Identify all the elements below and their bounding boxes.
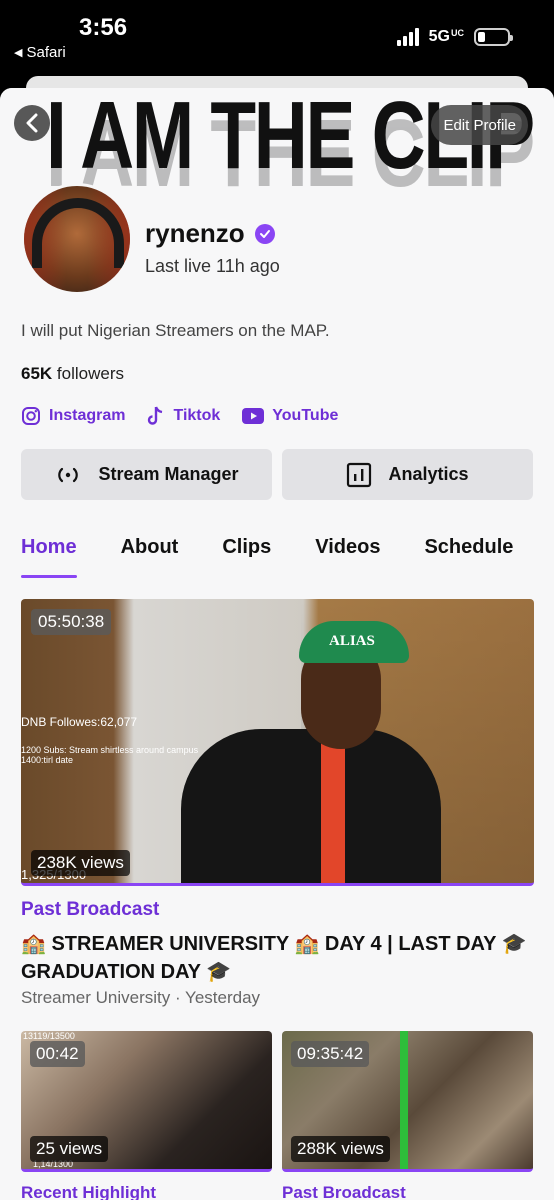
network-label: 5GUC <box>428 28 464 45</box>
cap-text: ALIAS <box>329 633 375 649</box>
tab-clips[interactable]: Clips <box>222 536 271 578</box>
broadcast-views-badge: 288K views <box>291 1136 390 1162</box>
status-time: 3:56 <box>79 14 128 41</box>
username-text: rynenzo <box>145 218 245 248</box>
back-to-safari-label: Safari <box>26 44 66 61</box>
profile-tabs: Home About Clips Videos Schedule <box>21 536 554 578</box>
overlay-followers: DNB Followes:62,077 <box>21 715 138 729</box>
followers-number: 65K <box>21 364 53 383</box>
broadcast-icon <box>58 467 79 482</box>
tab-videos[interactable]: Videos <box>315 536 380 578</box>
analytics-button[interactable]: Analytics <box>282 449 533 500</box>
featured-video-type: Past Broadcast <box>21 899 160 920</box>
username: rynenzo <box>145 218 275 249</box>
profile-sheet: I AM THE CLIP I AM THE CLIP Edit Profile… <box>0 88 554 1200</box>
followers-label: followers <box>56 364 125 383</box>
status-indicators: 5GUC <box>396 28 513 46</box>
instagram-label: Instagram <box>49 407 126 424</box>
broadcast-thumbnail[interactable]: 09:35:42 288K views <box>282 1031 533 1172</box>
highlight-thumbnail[interactable]: 13119/13500 1,14/1300 00:42 25 views <box>21 1031 272 1172</box>
edit-profile-button[interactable]: Edit Profile <box>431 105 528 145</box>
chevron-left-icon <box>26 113 38 133</box>
back-triangle-icon: ◀ <box>14 47 23 59</box>
back-to-safari[interactable]: ◀ Safari <box>14 44 66 61</box>
last-live-text: Last live 11h ago <box>145 256 280 276</box>
broadcast-type: Past Broadcast <box>282 1183 406 1200</box>
stream-manager-button[interactable]: Stream Manager <box>21 449 272 500</box>
analytics-label: Analytics <box>388 464 469 484</box>
social-link-instagram[interactable]: Instagram <box>21 406 125 426</box>
overlay-highlight-top: 13119/13500 <box>23 1031 75 1041</box>
tab-home[interactable]: Home <box>21 536 77 578</box>
tab-about[interactable]: About <box>121 536 179 578</box>
back-button[interactable] <box>14 105 50 141</box>
highlight-views-badge: 25 views <box>30 1136 109 1162</box>
video-duration-badge: 05:50:38 <box>31 609 112 635</box>
overlay-subs-2: 1400:tirl date <box>21 755 74 765</box>
tab-schedule[interactable]: Schedule <box>424 536 513 578</box>
followers-count[interactable]: 65K followers <box>21 364 124 384</box>
overlay-subs: 1200 Subs: Stream shirtless around campu… <box>21 745 199 755</box>
glitch-line <box>400 1031 408 1169</box>
social-link-youtube[interactable]: YouTube <box>242 406 338 426</box>
youtube-icon <box>242 408 265 424</box>
profile-actions: Stream Manager Analytics <box>21 449 533 500</box>
analytics-chart-icon <box>347 462 372 487</box>
highlight-duration-badge: 00:42 <box>30 1041 85 1067</box>
stream-manager-label: Stream Manager <box>98 464 239 484</box>
instagram-icon <box>22 407 40 425</box>
featured-video-title[interactable]: 🏫 STREAMER UNIVERSITY 🏫 DAY 4 | LAST DAY… <box>21 930 541 986</box>
featured-video-thumbnail[interactable]: ALIAS DNB Followes:62,077 1200 Subs: Str… <box>21 599 534 886</box>
avatar[interactable] <box>21 183 133 295</box>
broadcast-duration-badge: 09:35:42 <box>291 1041 370 1067</box>
social-links: Instagram Tiktok YouTube <box>21 406 338 426</box>
highlight-type: Recent Highlight <box>21 1183 157 1200</box>
verified-badge-icon <box>254 223 275 244</box>
signal-icon <box>396 28 419 46</box>
featured-video-meta[interactable]: Streamer University · Yesterday <box>21 988 260 1008</box>
bio: I will put Nigerian Streamers on the MAP… <box>21 321 330 340</box>
social-link-tiktok[interactable]: Tiktok <box>147 406 220 426</box>
tiktok-label: Tiktok <box>173 407 221 424</box>
battery-icon <box>474 28 513 46</box>
streamer-figure <box>181 729 441 883</box>
youtube-label: YouTube <box>272 407 339 424</box>
video-views-badge: 238K views <box>31 850 130 876</box>
tiktok-icon <box>148 406 163 425</box>
